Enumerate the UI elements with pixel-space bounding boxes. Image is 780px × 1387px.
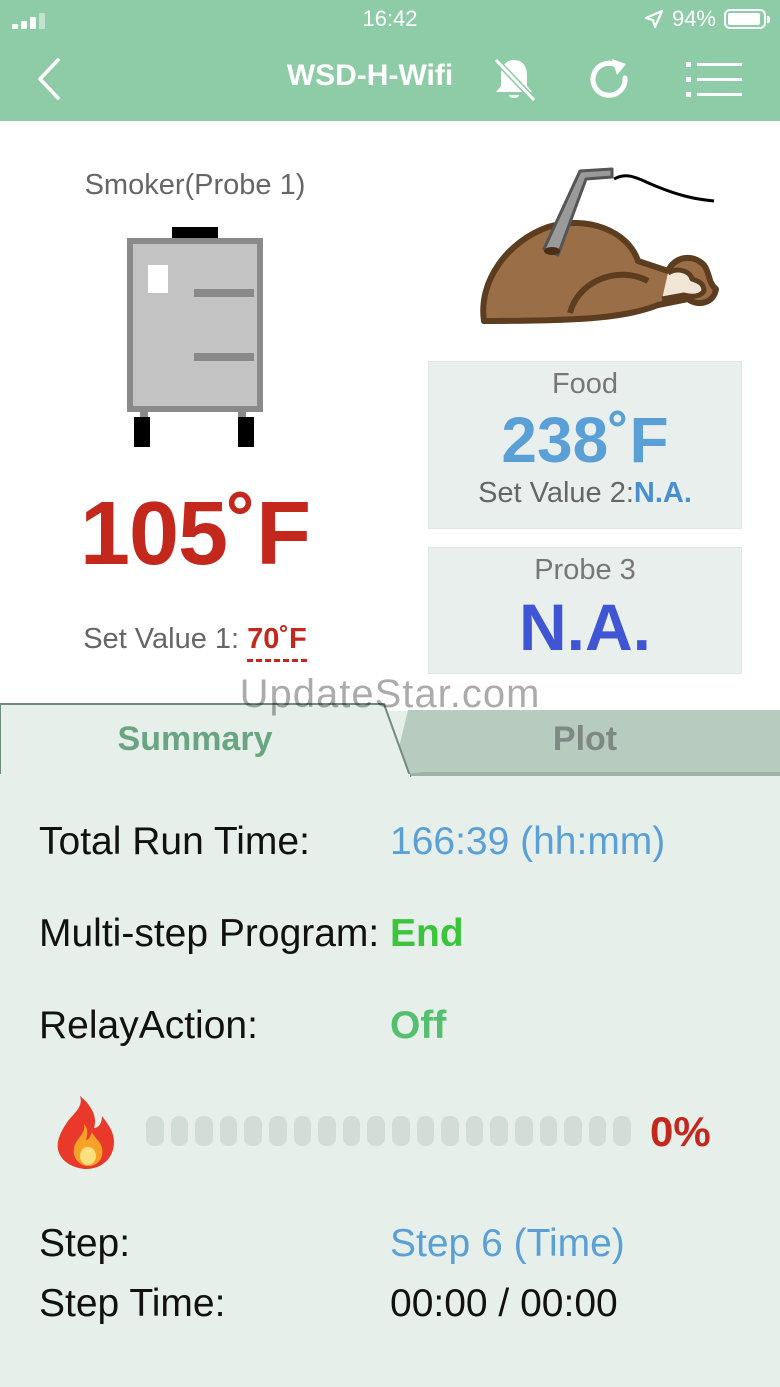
tab-plot[interactable]: Plot — [430, 720, 740, 759]
back-chevron-icon[interactable] — [34, 56, 64, 102]
program-value: End — [390, 912, 464, 955]
heat-bar-segment — [146, 1116, 164, 1146]
total-run-time-value: 166:39 (hh:mm) — [390, 820, 666, 863]
food-temperature: 238˚F — [501, 404, 669, 476]
battery-percent: 94% — [671, 6, 716, 31]
heat-bar-segment — [539, 1116, 558, 1146]
battery-fill — [728, 13, 760, 25]
heat-bar-segment — [195, 1116, 213, 1146]
menu-list-icon[interactable] — [684, 54, 744, 106]
food-label: Food — [551, 368, 619, 400]
relay-label: RelayAction: — [39, 1004, 258, 1047]
heat-bar-segment — [293, 1116, 312, 1146]
smoker-label: Smoker(Probe 1) — [84, 169, 306, 201]
heat-bar-segment — [416, 1116, 435, 1146]
set-value-1[interactable]: Set Value 1: 70˚F — [40, 623, 350, 662]
step-time-label: Step Time: — [39, 1282, 226, 1325]
probe3-card[interactable]: Probe 3 N.A. — [428, 547, 742, 674]
heat-bar-segment — [490, 1116, 508, 1146]
smoker-icon — [127, 227, 263, 447]
heat-bar-segment — [465, 1116, 484, 1146]
heat-bar-segment — [613, 1116, 631, 1146]
step-value: Step 6 (Time) — [390, 1222, 625, 1265]
app-header: 16:42 94% WSD-H-Wifi — [0, 0, 780, 121]
heat-bar-segment — [588, 1116, 607, 1146]
food-turkey-icon — [480, 167, 719, 324]
bell-off-icon[interactable] — [488, 54, 540, 106]
program-label: Multi-step Program: — [39, 912, 380, 955]
tab-summary[interactable]: Summary — [40, 720, 350, 759]
heat-bar-segment — [219, 1116, 238, 1146]
total-run-time-label: Total Run Time: — [39, 820, 310, 863]
heat-bar-segment — [268, 1116, 287, 1146]
heat-bar-segment — [170, 1116, 189, 1146]
probe3-value: N.A. — [519, 590, 651, 664]
set-value-2[interactable]: Set Value 2:N.A. — [429, 477, 741, 510]
step-time-value: 00:00 / 00:00 — [390, 1282, 618, 1325]
heat-bar-segment — [342, 1116, 361, 1146]
heat-bar-segment — [564, 1116, 582, 1146]
heat-bar-segment — [367, 1116, 385, 1146]
heat-bar-segment — [244, 1116, 262, 1146]
flame-icon — [57, 1096, 114, 1169]
probe3-label: Probe 3 — [534, 554, 636, 586]
food-probe-card[interactable]: Food 238˚F Set Value 2:N.A. — [428, 361, 742, 529]
heat-percent: 0% — [650, 1108, 711, 1155]
heat-output-bar — [146, 1116, 640, 1146]
relay-value: Off — [390, 1004, 447, 1047]
step-label: Step: — [39, 1222, 131, 1265]
heat-bar-segment — [441, 1116, 459, 1146]
set-value-2-value[interactable]: N.A. — [634, 477, 692, 509]
refresh-icon[interactable] — [584, 54, 636, 106]
heat-bar-segment — [514, 1116, 533, 1146]
tab-bar: Summary Plot — [0, 700, 780, 780]
set-value-1-value[interactable]: 70˚F — [247, 623, 307, 662]
location-arrow-icon — [644, 9, 664, 29]
heat-bar-segment — [391, 1116, 410, 1146]
heat-bar-segment — [318, 1116, 336, 1146]
set-value-1-label: Set Value 1: — [83, 623, 248, 655]
device-title: WSD-H-Wifi — [286, 59, 454, 92]
status-right: 94% — [644, 5, 770, 33]
battery-icon — [724, 9, 770, 29]
set-value-2-label: Set Value 2: — [478, 477, 634, 509]
probe-panel: Smoker(Probe 1) 105˚F Set Value 1: 70˚F … — [0, 121, 780, 711]
smoker-temperature: 105˚F — [79, 484, 311, 584]
